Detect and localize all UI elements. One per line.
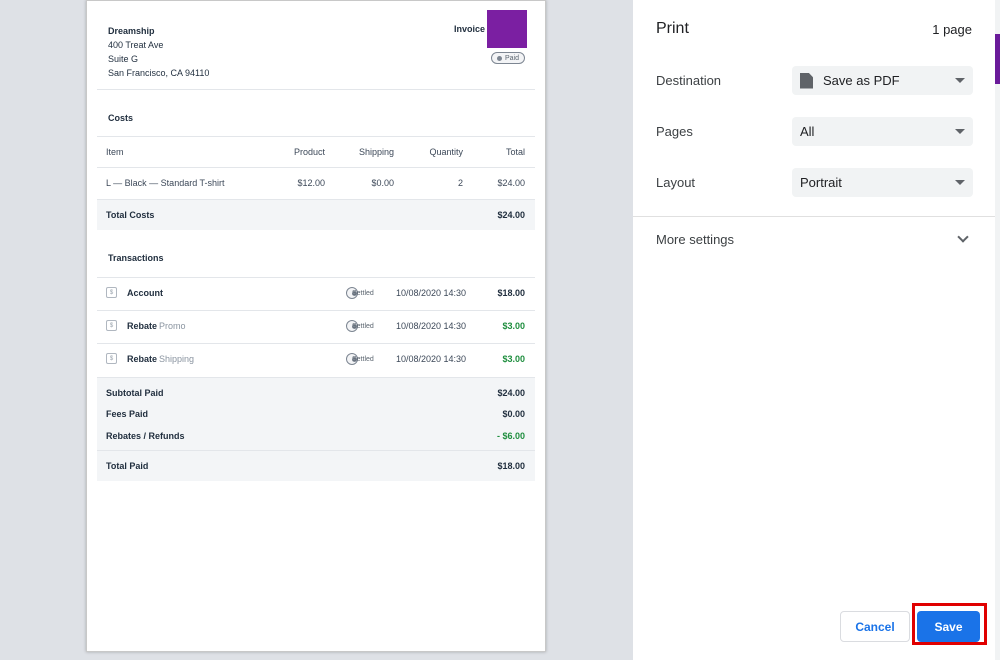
brand-logo (487, 10, 527, 48)
cost-shipping: $0.00 (371, 178, 394, 188)
cost-product: $12.00 (297, 178, 325, 188)
status-dot-icon (497, 55, 502, 61)
list-item: $ Rebate Promo Settled 10/08/2020 14:30 … (97, 319, 535, 335)
settled-text: Settled (352, 322, 374, 330)
costs-header-row: Item Product Shipping Quantity Total (97, 147, 535, 159)
company-name: Dreamship (108, 26, 155, 36)
list-item: $ Rebate Shipping Settled 10/08/2020 14:… (97, 352, 535, 368)
transaction-name: Account (127, 288, 163, 298)
transaction-date: 10/08/2020 14:30 (396, 288, 467, 298)
list-item: $ Account Settled 10/08/2020 14:30 $18.0… (97, 286, 535, 302)
transaction-amount: $3.00 (502, 354, 525, 364)
total-costs-row: Total Costs $24.00 (97, 199, 535, 230)
summary-value: $0.00 (502, 409, 525, 419)
transactions-title: Transactions (108, 253, 164, 263)
transaction-name: Rebate (127, 354, 158, 364)
cost-item: L — Black — Standard T-shirt (106, 178, 225, 188)
settled-badge: Settled (346, 287, 374, 299)
print-title: Print (656, 20, 689, 37)
summary-value: - $6.00 (496, 431, 525, 441)
destination-value: Save as PDF (823, 73, 900, 88)
address-line: Suite G (108, 54, 139, 64)
divider (97, 136, 535, 137)
divider (97, 277, 535, 278)
print-preview-area: Dreamship 400 Treat Ave Suite G San Fran… (0, 0, 633, 660)
paid-status-text: Paid (505, 54, 520, 62)
settled-text: Settled (352, 355, 374, 363)
address-line: San Francisco, CA 94110 (108, 68, 210, 78)
pages-label: Pages (656, 124, 693, 139)
pages-value: All (800, 124, 815, 139)
transaction-name: Rebate (127, 321, 158, 331)
destination-select[interactable]: Save as PDF (792, 66, 973, 95)
summary-label: Subtotal Paid (106, 388, 164, 398)
settled-badge: Settled (346, 353, 374, 365)
layout-select[interactable]: Portrait (792, 168, 973, 197)
dollar-receipt-icon: $ (106, 287, 117, 298)
total-paid-label: Total Paid (106, 461, 149, 471)
transaction-date: 10/08/2020 14:30 (396, 321, 467, 331)
layout-value: Portrait (800, 175, 842, 190)
background-app-strip (995, 0, 1000, 660)
transaction-sub: Shipping (159, 354, 195, 364)
dropdown-arrow-icon (955, 180, 965, 185)
total-paid-value: $18.00 (497, 461, 525, 471)
transaction-date: 10/08/2020 14:30 (396, 354, 467, 364)
header-product: Product (293, 147, 325, 157)
company-address: Dreamship 400 Treat Ave Suite G San Fran… (108, 24, 209, 80)
costs-title: Costs (108, 113, 134, 123)
pages-select[interactable]: All (792, 117, 973, 146)
divider (97, 89, 535, 90)
save-button[interactable]: Save (917, 611, 980, 642)
cost-total: $24.00 (497, 178, 525, 188)
cancel-button[interactable]: Cancel (840, 611, 910, 642)
settled-badge: Settled (346, 320, 374, 332)
summary-label: Rebates / Refunds (106, 431, 185, 441)
dollar-receipt-icon: $ (106, 353, 117, 364)
settled-text: Settled (352, 289, 374, 297)
document-icon (800, 72, 813, 89)
table-row: L — Black — Standard T-shirt $12.00 $0.0… (97, 178, 535, 190)
address-line: 400 Treat Ave (108, 40, 164, 50)
dollar-receipt-icon: $ (106, 320, 117, 331)
transaction-amount: $3.00 (502, 321, 525, 331)
print-settings-panel: Print 1 page Destination Save as PDF Pag… (633, 0, 995, 660)
invoice-page: Dreamship 400 Treat Ave Suite G San Fran… (86, 0, 546, 652)
divider (97, 167, 535, 168)
divider (97, 343, 535, 344)
paid-status-badge: Paid (491, 52, 526, 64)
layout-label: Layout (656, 175, 696, 190)
transaction-amount: $18.00 (497, 288, 525, 298)
header-quantity: Quantity (429, 147, 463, 157)
dropdown-arrow-icon (955, 129, 965, 134)
header-shipping: Shipping (358, 147, 394, 157)
more-settings-toggle[interactable]: More settings (656, 232, 734, 247)
invoice-title: Invoice (454, 24, 486, 34)
dropdown-arrow-icon (955, 78, 965, 83)
destination-label: Destination (656, 73, 722, 88)
page-count: 1 page (932, 22, 972, 37)
total-costs-value: $24.00 (497, 210, 525, 220)
background-app-accent (995, 34, 1000, 84)
header-total: Total (505, 147, 525, 157)
header-item: Item (106, 147, 124, 157)
chevron-down-icon[interactable] (957, 231, 969, 243)
summary-value: $24.00 (497, 388, 525, 398)
payment-summary: Subtotal Paid $24.00 Fees Paid $0.00 Reb… (97, 377, 535, 450)
total-costs-label: Total Costs (106, 210, 155, 220)
cost-quantity: 2 (457, 178, 463, 188)
transaction-sub: Promo (159, 321, 186, 331)
summary-label: Fees Paid (106, 409, 149, 419)
divider (97, 310, 535, 311)
total-paid-row: Total Paid $18.00 (97, 450, 535, 481)
divider (633, 216, 995, 217)
